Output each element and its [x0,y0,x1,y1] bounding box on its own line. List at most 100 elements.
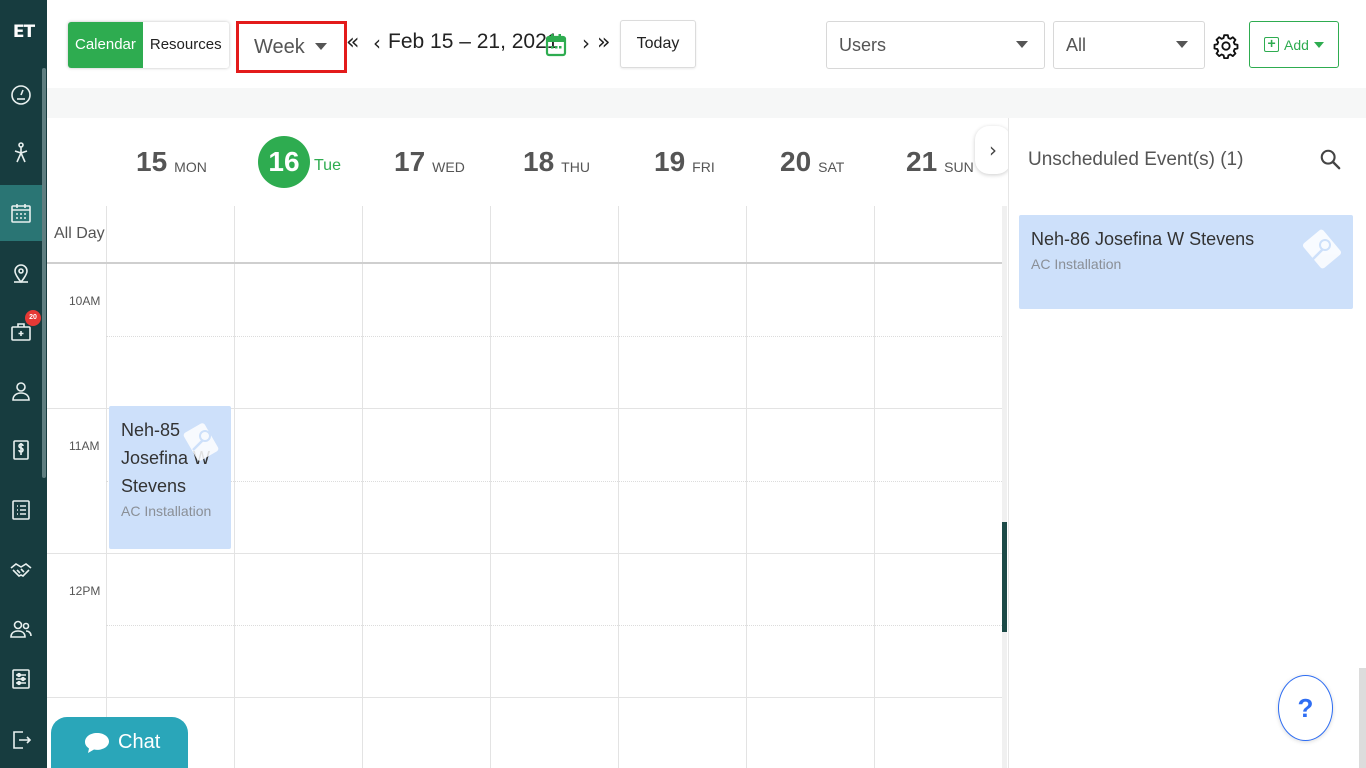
prev-week-icon[interactable]: ‹ [373,31,381,55]
sidebar-item-dispatch[interactable] [0,125,42,181]
dispatch-icon [14,142,28,163]
day-name: MON [174,159,207,175]
unscheduled-panel: Unscheduled Event(s) (1) Neh-86 Josefina… [1008,118,1366,768]
search-icon[interactable] [1319,148,1341,170]
handshake-icon [10,563,32,577]
add-button[interactable]: + Add [1249,21,1339,68]
day-header-wed[interactable]: 17 WED [394,118,465,206]
grid-line [618,206,619,768]
grid-line [234,206,235,768]
time-label: 11AM [69,439,100,453]
plus-icon: + [1264,36,1280,52]
grid-line [362,206,363,768]
day-number: 21 [906,146,938,177]
gear-icon[interactable] [1213,33,1239,59]
day-name: SAT [818,159,845,175]
chat-label: Chat [118,731,161,753]
invoice-icon [13,440,29,460]
map-pin-icon [14,264,28,284]
hour-line [47,697,1002,698]
sidebar-item-logout[interactable] [0,712,42,768]
range-select[interactable]: Week [236,21,347,73]
day-header-fri[interactable]: 19 FRI [654,118,715,206]
list-icon [12,500,30,520]
day-header-sat[interactable]: 20 SAT [780,118,844,206]
day-header-thu[interactable]: 18 THU [523,118,590,206]
jobs-badge: 20 [25,310,41,326]
chevron-down-icon [1313,41,1324,48]
grid-line [106,206,107,768]
day-number: 20 [780,146,812,177]
day-name: WED [432,159,465,175]
sidebar-scrollbar[interactable] [42,68,46,478]
tab-resources[interactable]: Resources [142,22,229,68]
team-icon [10,620,32,638]
chevron-down-icon [315,43,327,50]
half-hour-line [106,481,1002,482]
range-select-value: Week [254,35,305,58]
unscheduled-event[interactable]: Neh-86 Josefina W Stevens AC Installatio… [1019,215,1353,309]
date-picker-icon[interactable] [545,33,567,57]
sidebar-item-calendar[interactable] [0,185,42,241]
add-button-label: Add [1284,36,1309,53]
day-name: Tue [314,157,341,174]
chat-bubble-icon [85,732,109,753]
all-day-divider [47,262,1002,264]
hour-line [47,553,1002,554]
filter-select[interactable]: All [1053,21,1205,69]
half-hour-line [106,625,1002,626]
event-subtitle: AC Installation [1031,256,1122,272]
day-header-sun[interactable]: 21 SUN [906,118,974,206]
users-select[interactable]: Users [826,21,1045,69]
grid-line [490,206,491,768]
chat-button[interactable]: Chat [51,717,188,768]
calendar-scrollbar[interactable] [1002,206,1007,768]
sidebar-item-partners[interactable] [0,542,42,598]
filter-select-value: All [1066,35,1087,55]
sidebar-item-lists[interactable] [0,482,42,538]
sidebar-item-settings[interactable] [0,651,42,707]
app-logo[interactable]: ET [11,18,36,46]
next-days-arrow-icon[interactable]: › [975,126,1011,174]
calendar-scrollbar-thumb[interactable] [1002,522,1007,632]
dashboard-icon [11,85,31,105]
day-header-mon[interactable]: 15 MON [136,118,207,206]
sidebar-item-map[interactable] [0,245,42,301]
event-title: Neh-86 Josefina W Stevens [1031,229,1255,249]
day-number: 17 [394,146,426,177]
day-name: THU [561,159,590,175]
toolbar: Calendar Resources Week « ‹ Feb 15 – 21,… [47,0,1366,88]
next-week-icon[interactable]: › [582,31,590,55]
day-number: 15 [136,146,168,177]
logout-icon [13,731,32,749]
prev-range-icon[interactable]: « [346,30,359,55]
day-name: FRI [692,159,715,175]
customer-icon [12,382,30,401]
sidebar-item-dashboard[interactable] [0,67,42,123]
tools-icon [183,423,219,461]
toolbar-divider-strip [47,88,1366,118]
chevron-down-icon [1016,41,1028,48]
calendar-event[interactable]: Neh-85 Josefina W Stevens AC Installatio… [109,406,231,549]
date-range: Feb 15 – 21, 2021 [388,30,559,53]
tab-calendar[interactable]: Calendar [68,22,143,68]
sidebar-item-customers[interactable] [0,363,42,419]
half-hour-line [106,336,1002,337]
day-header-tue[interactable]: 16 Tue [258,118,341,206]
grid-line [746,206,747,768]
page-scrollbar[interactable] [1359,668,1366,768]
sidebar: ET 20 [0,0,47,768]
next-range-icon[interactable]: » [597,30,610,55]
grid-line [874,206,875,768]
users-select-value: Users [839,35,887,55]
day-name: SUN [944,159,974,175]
chevron-down-icon [1176,41,1188,48]
sidebar-item-invoices[interactable] [0,422,42,478]
sidebar-item-team[interactable] [0,601,42,657]
all-day-label: All Day [54,225,105,242]
help-button[interactable]: ? [1278,675,1333,741]
week-calendar: 15 MON 16 Tue 17 WED 18 THU 19 FRI 20 SA… [47,118,1011,768]
view-toggle: Calendar Resources [68,22,229,68]
time-label: 12PM [69,584,101,598]
today-button[interactable]: Today [620,20,696,68]
